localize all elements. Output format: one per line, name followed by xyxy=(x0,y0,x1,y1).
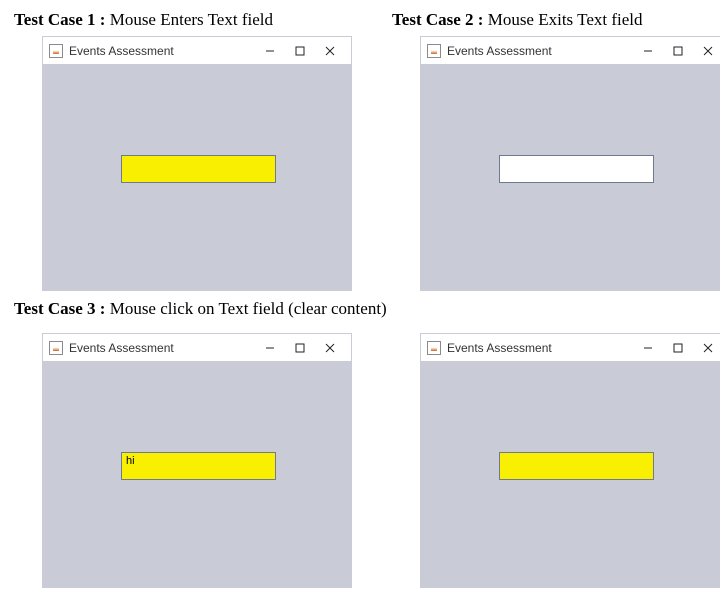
window-title: Events Assessment xyxy=(69,44,174,58)
case-3-label-rest: Mouse click on Text field (clear content… xyxy=(105,299,386,318)
app-icon xyxy=(427,44,441,58)
text-field[interactable] xyxy=(121,155,276,183)
window-3: Events Assessment hi xyxy=(42,333,352,588)
case-2-heading: Test Case 2 : Mouse Exits Text field xyxy=(392,10,720,30)
text-field[interactable]: hi xyxy=(121,452,276,480)
titlebar: Events Assessment xyxy=(421,334,720,362)
app-icon xyxy=(427,341,441,355)
window-1: Events Assessment xyxy=(42,36,352,291)
window-title: Events Assessment xyxy=(69,341,174,355)
window-4: Events Assessment xyxy=(420,333,720,588)
app-icon xyxy=(49,341,63,355)
maximize-button[interactable] xyxy=(285,40,315,62)
client-area xyxy=(43,65,351,290)
minimize-button[interactable] xyxy=(633,40,663,62)
case-1-heading: Test Case 1 : Mouse Enters Text field xyxy=(14,10,352,30)
maximize-button[interactable] xyxy=(663,40,693,62)
window-2: Events Assessment xyxy=(420,36,720,291)
window-title: Events Assessment xyxy=(447,44,552,58)
close-button[interactable] xyxy=(693,337,720,359)
titlebar: Events Assessment xyxy=(43,37,351,65)
case-3-heading: Test Case 3 : Mouse click on Text field … xyxy=(14,299,720,319)
titlebar: Events Assessment xyxy=(421,37,720,65)
client-area: hi xyxy=(43,362,351,587)
minimize-button[interactable] xyxy=(633,337,663,359)
close-button[interactable] xyxy=(315,337,345,359)
minimize-button[interactable] xyxy=(255,337,285,359)
client-area xyxy=(421,65,720,290)
titlebar: Events Assessment xyxy=(43,334,351,362)
text-field[interactable] xyxy=(499,452,654,480)
case-1-label-rest: Mouse Enters Text field xyxy=(105,10,273,29)
case-2-label-rest: Mouse Exits Text field xyxy=(483,10,642,29)
close-button[interactable] xyxy=(315,40,345,62)
client-area xyxy=(421,362,720,587)
maximize-button[interactable] xyxy=(663,337,693,359)
case-3-label-bold: Test Case 3 : xyxy=(14,299,105,318)
maximize-button[interactable] xyxy=(285,337,315,359)
text-field[interactable] xyxy=(499,155,654,183)
case-1-label-bold: Test Case 1 : xyxy=(14,10,105,29)
close-button[interactable] xyxy=(693,40,720,62)
window-title: Events Assessment xyxy=(447,341,552,355)
case-2-label-bold: Test Case 2 : xyxy=(392,10,483,29)
minimize-button[interactable] xyxy=(255,40,285,62)
app-icon xyxy=(49,44,63,58)
